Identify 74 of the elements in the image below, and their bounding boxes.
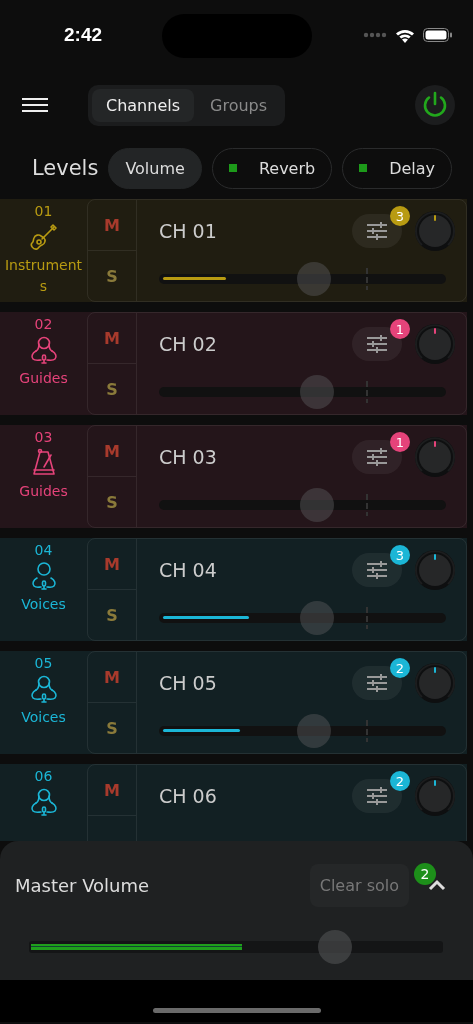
solo-button[interactable]: S xyxy=(88,251,136,301)
group-name: Voices xyxy=(20,595,67,614)
channel-number: 01 xyxy=(34,203,53,219)
channel-number: 05 xyxy=(34,655,53,671)
knob[interactable] xyxy=(414,662,456,704)
mute-button[interactable]: M xyxy=(88,426,136,477)
knob[interactable] xyxy=(414,323,456,365)
sliders-icon xyxy=(367,674,387,692)
mute-button[interactable]: M xyxy=(88,313,136,364)
battery-icon xyxy=(423,28,453,42)
count-badge: 2 xyxy=(390,771,410,791)
master-title: Master Volume xyxy=(15,874,150,896)
channel-number: 04 xyxy=(34,542,53,558)
knob[interactable] xyxy=(414,549,456,591)
channel-number: 02 xyxy=(34,316,53,332)
mute-button[interactable]: M xyxy=(88,200,136,251)
sliders-icon xyxy=(367,787,387,805)
slider-thumb[interactable] xyxy=(318,930,353,964)
slider-thumb[interactable] xyxy=(296,262,331,296)
tab[interactable]: Groups xyxy=(196,88,282,122)
count-badge: 2 xyxy=(390,658,410,678)
channel-name: CH 05 xyxy=(159,672,217,694)
group-name: Instruments xyxy=(4,256,83,296)
mute-button[interactable]: M xyxy=(88,539,136,590)
solo-button[interactable]: S xyxy=(88,590,136,640)
count-badge: 2 xyxy=(414,863,436,885)
solo-button[interactable]: S xyxy=(88,477,136,527)
mute-button[interactable]: M xyxy=(88,652,136,703)
effects-button[interactable] xyxy=(352,214,402,248)
channel-name: CH 02 xyxy=(159,333,217,355)
slider-thumb[interactable] xyxy=(299,488,334,522)
channel-number: 03 xyxy=(34,429,53,445)
channel-number: 06 xyxy=(34,768,53,784)
effects-button[interactable] xyxy=(352,327,402,361)
menu-icon[interactable] xyxy=(22,97,48,113)
sliders-icon xyxy=(367,448,387,466)
knob[interactable] xyxy=(414,436,456,478)
count-badge: 1 xyxy=(390,319,410,339)
channel-name: CH 03 xyxy=(159,446,217,468)
effects-button[interactable] xyxy=(352,779,402,813)
slider-thumb[interactable] xyxy=(296,714,331,748)
slider-thumb[interactable] xyxy=(299,375,334,409)
tab[interactable]: Channels xyxy=(92,88,195,122)
levels-label: Levels xyxy=(32,156,99,180)
channel-name: CH 04 xyxy=(159,559,217,581)
wifi-icon xyxy=(395,27,415,43)
group-name: Guides xyxy=(18,482,69,501)
count-badge: 3 xyxy=(390,545,410,565)
guitar-icon xyxy=(27,221,60,253)
solo-button[interactable]: S xyxy=(88,364,136,414)
level-option[interactable]: Volume xyxy=(108,147,202,189)
sliders-icon xyxy=(367,335,387,353)
slider-thumb[interactable] xyxy=(299,601,334,635)
clear-solo-button[interactable]: Clear solo xyxy=(309,863,409,907)
channel-name: CH 01 xyxy=(159,220,217,242)
mute-button[interactable]: M xyxy=(88,765,136,816)
effects-button[interactable] xyxy=(352,666,402,700)
group-name: Guides xyxy=(18,369,69,388)
sliders-icon xyxy=(367,561,387,579)
group-name: Voices xyxy=(20,708,67,727)
status-time: 2:42 xyxy=(64,24,103,46)
power-icon xyxy=(422,91,448,119)
chevron-up-icon[interactable] xyxy=(427,878,447,892)
effects-button[interactable] xyxy=(352,440,402,474)
channel-name: CH 06 xyxy=(159,785,217,807)
sliders-icon xyxy=(367,222,387,240)
count-badge: 1 xyxy=(390,432,410,452)
signal-icon xyxy=(363,32,387,38)
knob[interactable] xyxy=(414,775,456,817)
solo-button[interactable]: S xyxy=(88,703,136,753)
knob[interactable] xyxy=(414,210,456,252)
power-button[interactable] xyxy=(415,85,455,125)
count-badge: 3 xyxy=(390,206,410,226)
effects-button[interactable] xyxy=(352,553,402,587)
